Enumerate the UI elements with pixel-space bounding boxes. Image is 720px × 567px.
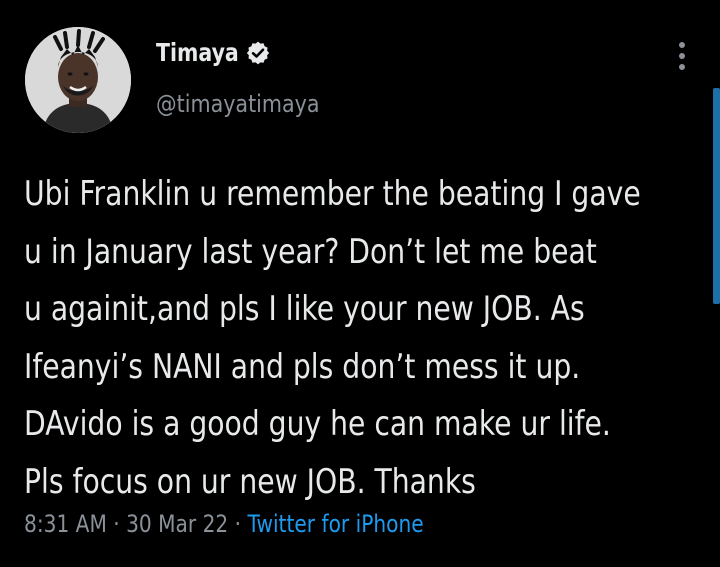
more-dot xyxy=(679,53,685,59)
more-dot xyxy=(679,64,685,70)
tweet-text: Ubi Franklin u remember the beating I ga… xyxy=(24,174,641,502)
scrollbar[interactable] xyxy=(713,88,720,304)
avatar[interactable] xyxy=(25,27,131,133)
more-vertical-icon[interactable] xyxy=(676,42,688,70)
tweet-date[interactable]: 30 Mar 22 xyxy=(126,510,228,538)
meta-separator: · xyxy=(106,510,127,538)
author-name-row[interactable]: Timaya xyxy=(156,38,271,67)
author-handle[interactable]: @timayatimaya xyxy=(156,90,320,118)
more-dot xyxy=(679,42,685,48)
verified-badge-icon xyxy=(245,40,271,66)
tweet-source-link[interactable]: Twitter for iPhone xyxy=(247,510,423,538)
avatar-portrait-icon xyxy=(25,27,131,133)
meta-separator: · xyxy=(228,510,248,538)
tweet-card: Timaya @timayatimaya Ubi Franklin u reme… xyxy=(0,0,720,567)
display-name[interactable]: Timaya xyxy=(156,38,239,67)
tweet-time[interactable]: 8:31 AM xyxy=(24,510,107,538)
tweet-meta: 8:31 AM · 30 Mar 22 · Twitter for iPhone xyxy=(24,510,424,538)
